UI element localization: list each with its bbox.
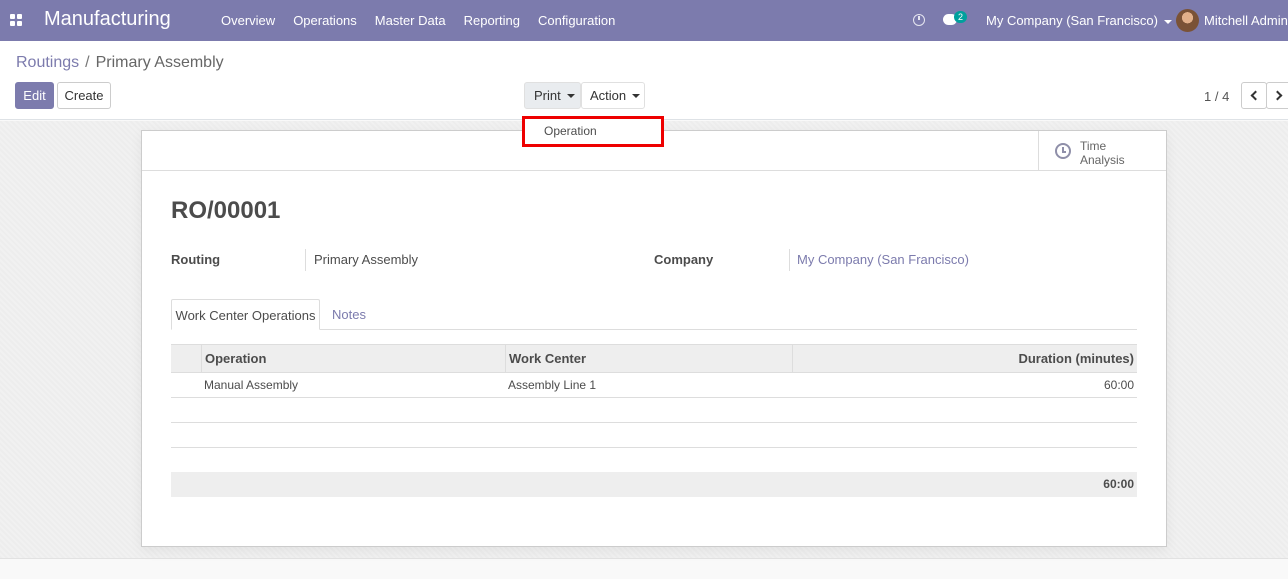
chat-count-badge: 2	[954, 11, 968, 23]
routing-value[interactable]: Primary Assembly	[314, 252, 418, 267]
caret-down-icon	[566, 93, 575, 98]
user-menu[interactable]: Mitchell Admin	[1204, 13, 1288, 28]
time-analysis-line-1: Time	[1080, 139, 1107, 153]
column-header-work-center[interactable]: Work Center	[509, 345, 586, 372]
menu-item-reporting[interactable]: Reporting	[455, 13, 529, 28]
breadcrumb-separator: /	[85, 54, 90, 71]
menu-item-operations[interactable]: Operations	[284, 13, 366, 28]
breadcrumb-routings-link[interactable]: Routings	[16, 54, 79, 71]
company-switcher-label: My Company (San Francisco)	[986, 13, 1158, 28]
print-label: Print	[534, 88, 561, 103]
cell-operation: Manual Assembly	[204, 378, 299, 392]
field-divider	[305, 249, 306, 271]
cell-duration: 60:00	[1103, 378, 1134, 392]
company-switcher[interactable]: My Company (San Francisco)	[986, 13, 1172, 28]
app-brand[interactable]: Manufacturing	[44, 8, 171, 31]
table-row[interactable]: Manual Assembly Assembly Line 1 60:00	[171, 373, 1137, 398]
company-value-link[interactable]: My Company (San Francisco)	[797, 252, 969, 267]
column-divider	[505, 345, 506, 372]
column-header-operation[interactable]: Operation	[205, 345, 266, 372]
top-navbar: Manufacturing Overview Operations Master…	[0, 0, 1288, 41]
table-footer: 60:00	[171, 472, 1137, 497]
create-button[interactable]: Create	[57, 82, 111, 109]
chatter-area	[0, 558, 1288, 579]
action-label: Action	[590, 88, 627, 103]
company-label: Company	[654, 252, 714, 267]
tab-notes[interactable]: Notes	[332, 299, 366, 330]
chevron-left-icon	[1250, 90, 1261, 101]
breadcrumb-current: Primary Assembly	[95, 54, 224, 71]
time-analysis-line-2: Analysis	[1080, 153, 1125, 167]
table-header: Operation Work Center Duration (minutes)	[171, 344, 1137, 373]
caret-down-icon	[632, 93, 641, 98]
total-duration: 60:00	[1103, 477, 1134, 491]
routing-label: Routing	[171, 252, 221, 267]
caret-down-icon	[1163, 19, 1172, 24]
table-row-empty	[171, 448, 1137, 473]
print-menu-item-operation[interactable]: Operation	[544, 124, 597, 138]
record-title: RO/00001	[171, 197, 281, 224]
chevron-right-icon	[1272, 90, 1283, 101]
column-header-duration[interactable]: Duration (minutes)	[1018, 345, 1134, 372]
cell-work-center: Assembly Line 1	[508, 378, 597, 392]
menu-item-configuration[interactable]: Configuration	[529, 13, 624, 28]
main-menu: Overview Operations Master Data Reportin…	[212, 0, 624, 41]
pager-next-button[interactable]	[1266, 82, 1288, 109]
column-divider	[792, 345, 793, 372]
table-row-empty	[171, 398, 1137, 423]
control-panel: Routings / Primary Assembly Edit Create Pr…	[0, 41, 1288, 120]
edit-button[interactable]: Edit	[15, 82, 54, 109]
table-row-empty	[171, 423, 1137, 448]
tab-work-center-operations[interactable]: Work Center Operations	[171, 299, 320, 330]
print-dropdown-button[interactable]: Print	[524, 82, 581, 109]
pager-previous-button[interactable]	[1241, 82, 1267, 109]
column-divider	[201, 345, 202, 372]
menu-item-master-data[interactable]: Master Data	[366, 13, 455, 28]
form-sheet: Time Analysis RO/00001 Routing Primary A…	[141, 130, 1167, 547]
pager-value[interactable]: 1 / 4	[1204, 89, 1229, 104]
action-dropdown-button[interactable]: Action	[581, 82, 645, 109]
activity-clock-icon[interactable]	[913, 14, 925, 26]
notebook-tabs: Work Center Operations Notes	[171, 299, 1137, 330]
menu-item-overview[interactable]: Overview	[212, 13, 284, 28]
breadcrumb: Routings / Primary Assembly	[16, 54, 224, 72]
field-divider	[789, 249, 790, 271]
user-avatar[interactable]	[1176, 9, 1199, 32]
clock-icon	[1055, 143, 1071, 159]
time-analysis-button[interactable]: Time Analysis	[1038, 131, 1166, 171]
time-analysis-label: Time Analysis	[1080, 139, 1125, 167]
apps-menu-icon[interactable]	[10, 14, 22, 26]
print-dropdown-menu: Operation	[522, 116, 664, 147]
